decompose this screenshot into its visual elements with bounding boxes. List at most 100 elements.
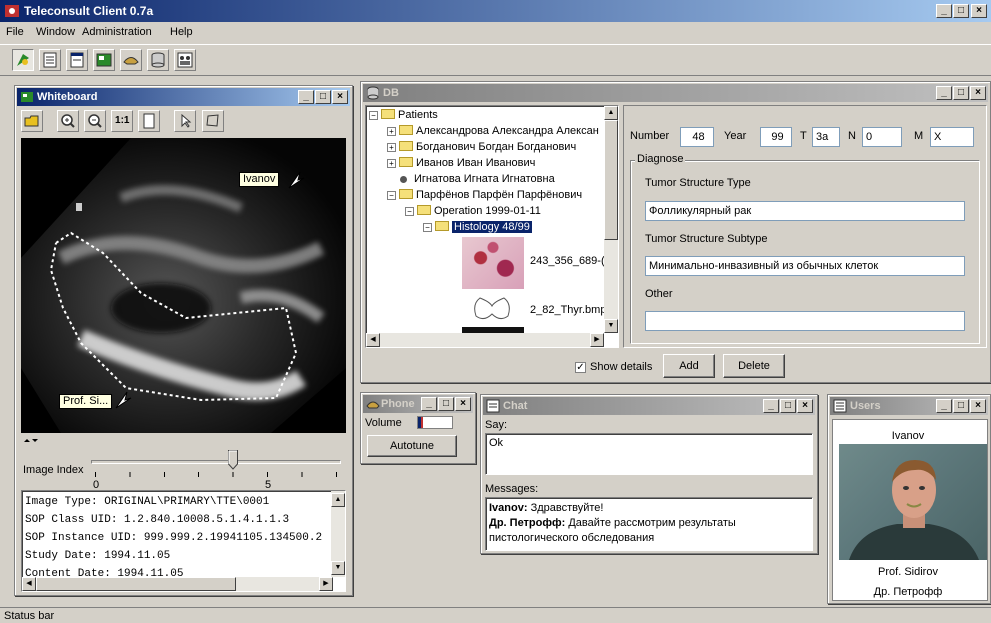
scroll-right-icon[interactable]: ▶: [590, 333, 604, 347]
number-field[interactable]: 48: [680, 127, 714, 147]
db-titlebar[interactable]: DB _ □ ×: [363, 84, 988, 102]
say-input[interactable]: Ok: [485, 433, 813, 475]
expand-icon[interactable]: +: [387, 142, 396, 152]
actual-size-label: 1:1: [115, 115, 130, 126]
scroll-down-icon[interactable]: ▼: [604, 319, 618, 333]
annotation-sidirov[interactable]: Prof. Si...: [59, 394, 113, 409]
image-index-slider[interactable]: 0 5: [89, 444, 344, 491]
scroll-down-icon[interactable]: ▼: [331, 561, 345, 575]
db-close-button[interactable]: ×: [970, 86, 986, 100]
image-info-textarea[interactable]: Image Type: ORIGINAL\PRIMARY\TTE\0001 SO…: [21, 490, 346, 592]
users-minimize-button[interactable]: _: [936, 399, 952, 413]
users-close-button[interactable]: ×: [970, 399, 986, 413]
phone-close-button[interactable]: ×: [455, 397, 471, 411]
zoom-in-icon[interactable]: [57, 110, 80, 132]
n-field[interactable]: 0: [862, 127, 902, 147]
ultrasound-image[interactable]: Ivanov Prof. Si...: [21, 138, 346, 433]
tree-root[interactable]: − Patients: [369, 107, 438, 123]
connect-icon[interactable]: [12, 49, 34, 71]
tree-patient-1[interactable]: + Александрова Александра Алексан: [387, 123, 599, 139]
chat-minimize-button[interactable]: _: [763, 399, 779, 413]
chat-maximize-button[interactable]: □: [780, 399, 796, 413]
main-toolbar: [0, 44, 991, 76]
phone-minimize-button[interactable]: _: [421, 397, 437, 411]
tree-histology[interactable]: − Histology 48/99: [423, 219, 533, 235]
t-field[interactable]: 3a: [812, 127, 840, 147]
tree-patient-4[interactable]: Игнатова Игната Игнатовна: [400, 171, 555, 187]
status-text: Status bar: [4, 610, 55, 622]
fit-page-icon[interactable]: [138, 110, 161, 132]
scroll-left-icon[interactable]: ◀: [22, 577, 36, 591]
close-button[interactable]: ×: [971, 4, 987, 18]
zoom-out-icon[interactable]: [84, 110, 107, 132]
maximize-button[interactable]: □: [953, 4, 969, 18]
thumbnail-histology[interactable]: [462, 237, 524, 289]
slider-thumb[interactable]: [227, 450, 238, 470]
users-icon[interactable]: [174, 49, 197, 71]
whiteboard-titlebar[interactable]: Whiteboard _ □ ×: [17, 88, 350, 106]
menu-file[interactable]: File: [6, 26, 24, 38]
users-titlebar[interactable]: Users _ □ ×: [830, 397, 988, 415]
collapse-icon[interactable]: −: [423, 222, 432, 232]
tree-patient-5[interactable]: − Парфёнов Парфён Парфёнович: [387, 187, 582, 203]
list-icon[interactable]: [66, 49, 89, 71]
collapse-icon[interactable]: −: [369, 110, 378, 120]
actual-size-button[interactable]: 1:1: [111, 110, 134, 132]
year-field[interactable]: 99: [760, 127, 792, 147]
phone-icon[interactable]: [120, 49, 143, 71]
collapse-icon[interactable]: −: [387, 190, 396, 200]
other-field[interactable]: [645, 311, 965, 331]
messages-area[interactable]: Ivanov: Здравствуйте! Др. Петрофф: Давай…: [485, 497, 813, 551]
db-maximize-button[interactable]: □: [953, 86, 969, 100]
users-maximize-button[interactable]: □: [953, 399, 969, 413]
image-splitter[interactable]: [21, 435, 346, 442]
info-line-sop-class: SOP Class UID: 1.2.840.10008.5.1.4.1.1.3: [25, 514, 290, 526]
patient-details-panel: Number 48 Year 99 T 3a N 0 M X Diagnose …: [623, 105, 987, 348]
phone-window: Phone _ □ × Volume Autotune: [360, 392, 476, 464]
menu-window[interactable]: Window: [36, 26, 75, 38]
whiteboard-minimize-button[interactable]: _: [298, 90, 314, 104]
scroll-right-icon[interactable]: ▶: [319, 577, 333, 591]
document-icon[interactable]: [39, 49, 62, 71]
delete-button[interactable]: Delete: [723, 354, 785, 378]
tumor-subtype-field[interactable]: Минимально-инвазивный из обычных клеток: [645, 256, 965, 276]
menu-help[interactable]: Help: [170, 26, 193, 38]
info-scrollbar-v[interactable]: ▲ ▼: [331, 491, 345, 577]
scroll-up-icon[interactable]: ▲: [604, 106, 618, 120]
annotation-ivanov[interactable]: Ivanov: [239, 172, 280, 187]
user-video[interactable]: [839, 444, 987, 560]
open-folder-icon[interactable]: [21, 110, 43, 132]
database-icon[interactable]: [147, 49, 170, 71]
tree-patient-3[interactable]: + Иванов Иван Иванович: [387, 155, 535, 171]
tumor-type-field[interactable]: Фолликулярный рак: [645, 201, 965, 221]
folder-open-icon: [435, 221, 449, 232]
chat-titlebar[interactable]: Chat _ □ ×: [483, 397, 815, 415]
patient-tree[interactable]: − Patients + Александрова Александра Алекс…: [365, 105, 619, 348]
scroll-up-icon[interactable]: ▲: [331, 493, 345, 507]
whiteboard-maximize-button[interactable]: □: [315, 90, 331, 104]
show-details-checkbox[interactable]: ✓: [575, 362, 586, 373]
polygon-tool-icon[interactable]: [201, 110, 224, 132]
expand-icon[interactable]: +: [387, 158, 396, 168]
info-scrollbar-h[interactable]: ◀ ▶: [22, 577, 333, 591]
db-minimize-button[interactable]: _: [936, 86, 952, 100]
chat-close-button[interactable]: ×: [797, 399, 813, 413]
pointer-tool-icon[interactable]: [174, 110, 197, 132]
tree-patient-2[interactable]: + Богданович Богдан Богданович: [387, 139, 576, 155]
whiteboard-close-button[interactable]: ×: [332, 90, 348, 104]
minimize-button[interactable]: _: [936, 4, 952, 18]
autotune-button[interactable]: Autotune: [367, 435, 457, 457]
menu-administration[interactable]: Administration: [82, 26, 152, 38]
add-button[interactable]: Add: [663, 354, 715, 378]
whiteboard-icon[interactable]: [93, 49, 116, 71]
thumbnail-thyroid[interactable]: [462, 294, 524, 324]
m-field[interactable]: X: [930, 127, 974, 147]
scroll-left-icon[interactable]: ◀: [366, 333, 380, 347]
collapse-icon[interactable]: −: [405, 206, 414, 216]
tree-scrollbar-h[interactable]: ◀ ▶: [366, 333, 604, 347]
expand-icon[interactable]: +: [387, 126, 396, 136]
tree-operation[interactable]: − Operation 1999-01-11: [405, 203, 541, 219]
phone-maximize-button[interactable]: □: [438, 397, 454, 411]
phone-titlebar[interactable]: Phone _ □ ×: [363, 395, 473, 413]
tree-scrollbar-v[interactable]: ▲ ▼: [604, 106, 618, 333]
